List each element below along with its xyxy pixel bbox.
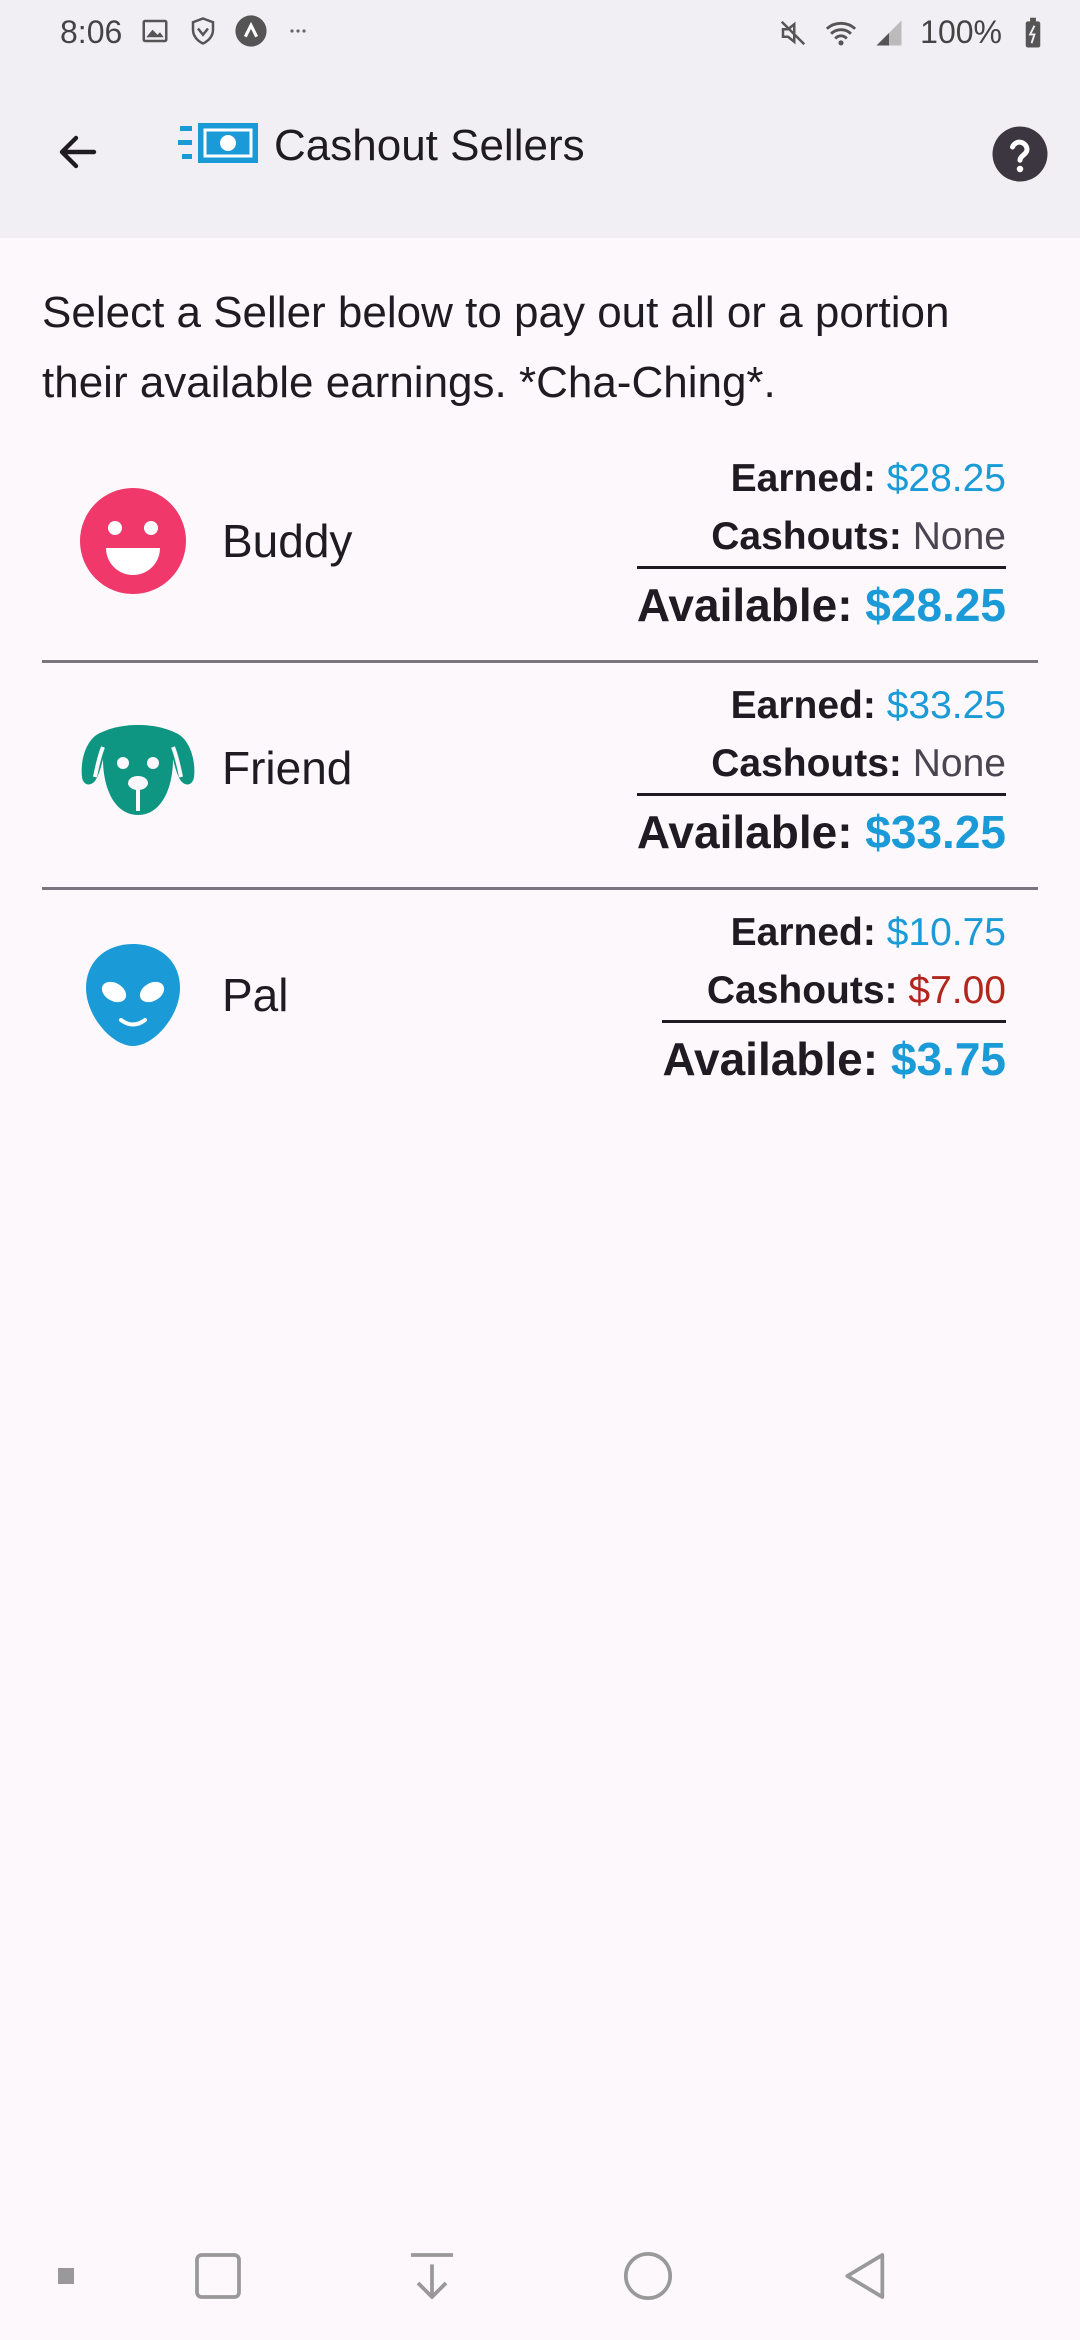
mute-icon [776, 16, 810, 50]
available-row: Available: $3.75 [662, 1023, 1006, 1095]
smiley-face-icon [78, 486, 188, 596]
cashouts-row: Cashouts: None [636, 735, 1006, 796]
available-value: $33.25 [865, 806, 1006, 858]
dot-icon [57, 2267, 75, 2290]
cashouts-label: Cashouts: [706, 969, 898, 1012]
battery-icon [1016, 16, 1050, 50]
cashouts-row: Cashouts: None [636, 508, 1006, 569]
available-row: Available: $33.25 [637, 796, 1006, 868]
battery-percent: 100% [920, 14, 1002, 50]
home-circle-icon [620, 2248, 676, 2309]
seller-stats: Earned: $33.25 Cashouts: None Available:… [636, 677, 1006, 868]
page-title: Cashout Sellers [274, 120, 585, 170]
system-back-button[interactable] [836, 2248, 896, 2308]
home-button[interactable] [618, 2248, 678, 2308]
cashouts-value: $7.00 [908, 969, 1006, 1012]
help-button[interactable] [990, 124, 1050, 184]
intro-text: Select a Seller below to pay out all or … [42, 288, 950, 407]
cash-fast-icon [178, 120, 260, 171]
recents-button[interactable] [188, 2248, 248, 2308]
earned-value: $33.25 [886, 684, 1006, 727]
image-icon [138, 14, 172, 48]
back-triangle-icon [838, 2248, 894, 2309]
arrow-left-icon [54, 128, 102, 181]
seller-row-buddy[interactable]: Buddy Earned: $28.25 Cashouts: None Avai… [42, 450, 1038, 663]
available-row: Available: $28.25 [637, 569, 1006, 641]
status-bar: 8:06 100% [0, 0, 1080, 66]
signal-icon [872, 16, 906, 50]
more-notifications-icon [282, 14, 316, 48]
earned-label: Earned: [730, 684, 876, 727]
available-value: $28.25 [865, 579, 1006, 631]
status-left-icons [138, 14, 316, 48]
earned-value: $28.25 [886, 457, 1006, 500]
back-button[interactable] [40, 116, 116, 192]
available-label: Available: [662, 1033, 879, 1085]
earned-value: $10.75 [886, 911, 1006, 954]
seller-name: Pal [222, 969, 289, 1021]
available-value: $3.75 [890, 1033, 1006, 1085]
download-arrow-icon [404, 2248, 460, 2309]
seller-stats: Earned: $28.25 Cashouts: None Available:… [636, 450, 1006, 641]
status-time: 8:06 [60, 14, 123, 50]
cashouts-value: None [912, 515, 1006, 558]
seller-list: Buddy Earned: $28.25 Cashouts: None Avai… [42, 450, 1038, 1128]
help-circle-icon [990, 126, 1050, 188]
alien-face-icon [78, 940, 188, 1050]
earned-row: Earned: $28.25 [637, 450, 1006, 508]
seller-row-friend[interactable]: Friend Earned: $33.25 Cashouts: None Ava… [42, 677, 1038, 890]
seller-stats: Earned: $10.75 Cashouts: $7.00 Available… [662, 904, 1006, 1095]
shield-icon [186, 14, 220, 48]
earned-row: Earned: $10.75 [662, 904, 1006, 962]
app-logo-icon [234, 14, 268, 48]
earned-row: Earned: $33.25 [637, 677, 1006, 735]
nav-dot-button[interactable] [36, 2248, 96, 2308]
notifications-pull-button[interactable] [402, 2248, 462, 2308]
dog-face-icon [78, 713, 195, 823]
seller-name: Friend [222, 742, 353, 794]
seller-name: Buddy [222, 515, 353, 567]
cashouts-row: Cashouts: $7.00 [662, 962, 1006, 1023]
wifi-icon [824, 16, 858, 50]
recents-square-icon [190, 2248, 246, 2309]
cashouts-label: Cashouts: [711, 515, 902, 558]
title-wrap: Cashout Sellers [178, 120, 585, 171]
cashouts-label: Cashouts: [711, 742, 902, 785]
earned-label: Earned: [730, 911, 876, 954]
available-label: Available: [636, 806, 853, 858]
status-right: 100% [776, 14, 1050, 51]
app-bar: Cashout Sellers [0, 66, 1080, 238]
system-nav-bar [0, 2210, 1080, 2340]
available-label: Available: [636, 579, 853, 631]
earned-label: Earned: [730, 457, 876, 500]
seller-row-pal[interactable]: Pal Earned: $10.75 Cashouts: $7.00 Avail… [42, 904, 1038, 1114]
cashouts-value: None [912, 742, 1006, 785]
